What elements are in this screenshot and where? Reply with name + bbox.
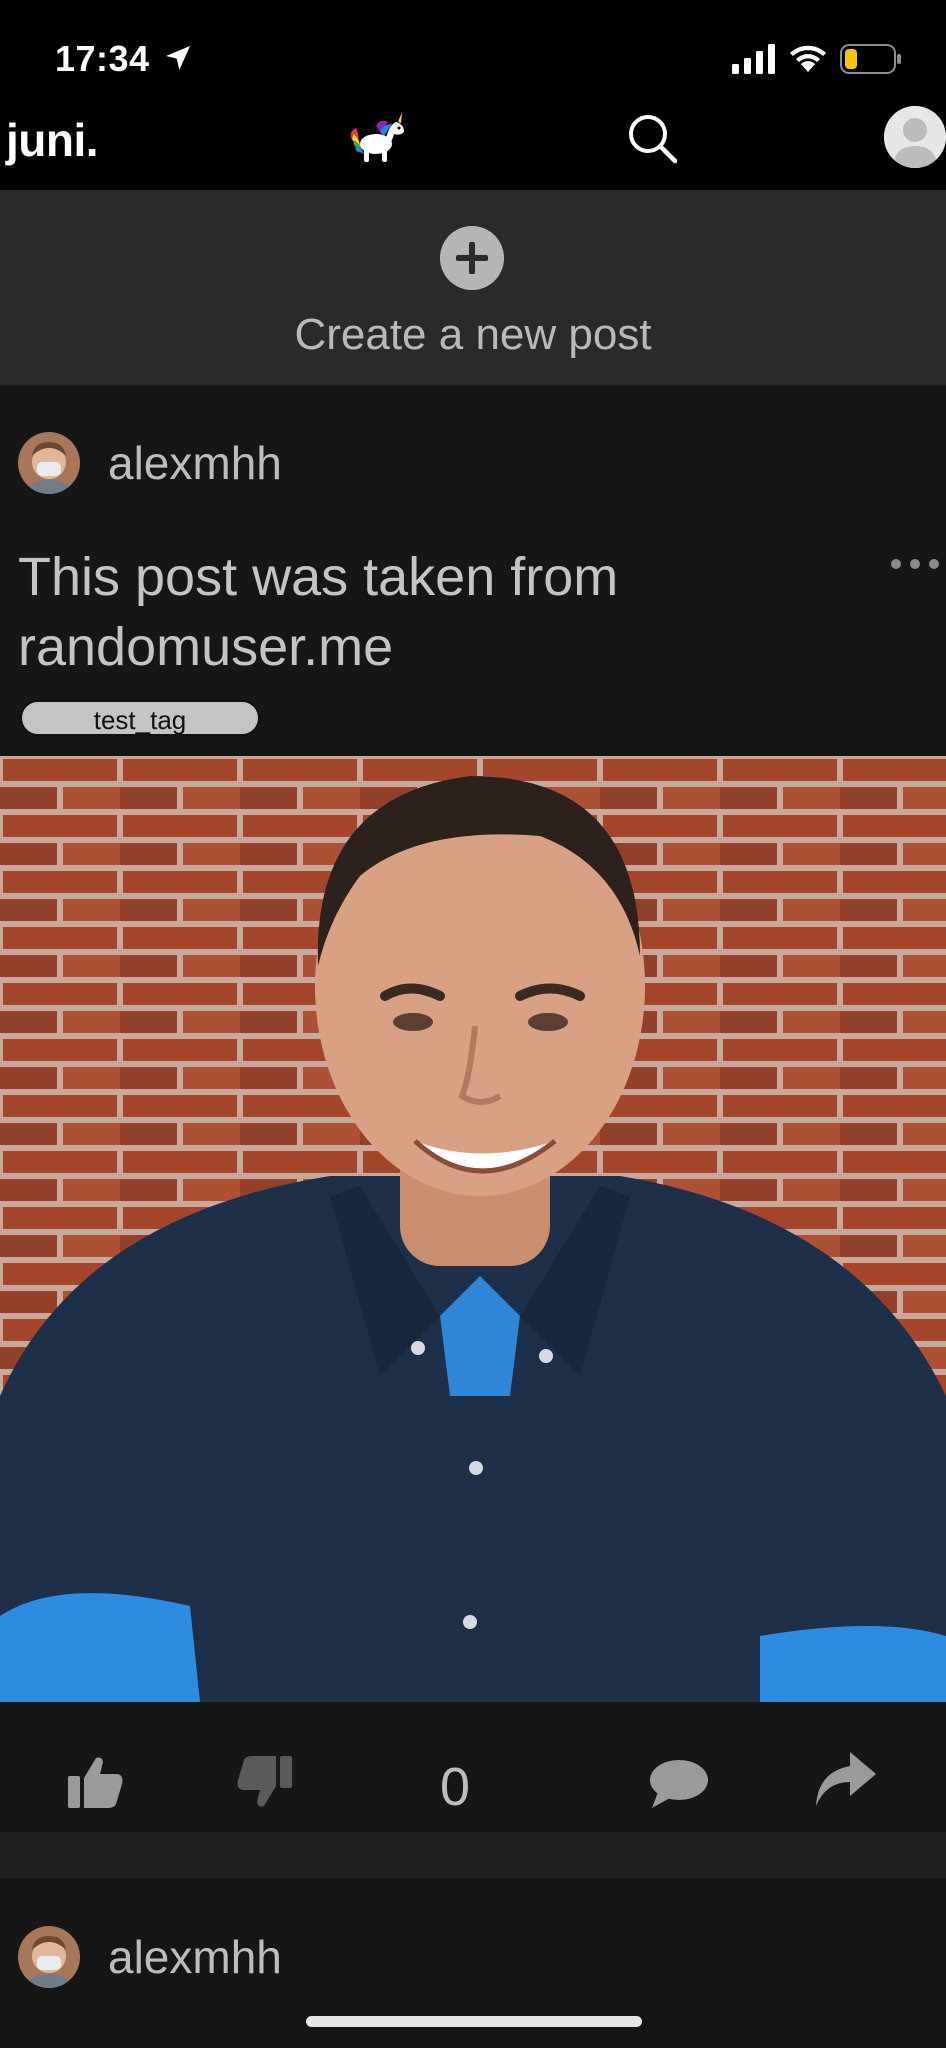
post-photo[interactable] [0, 756, 946, 1702]
comment-icon[interactable] [648, 1756, 710, 1810]
app-brand[interactable]: juni. [6, 110, 99, 170]
search-icon[interactable] [624, 110, 680, 166]
home-indicator[interactable] [306, 2016, 642, 2027]
author-name[interactable]: alexmhh [108, 1930, 282, 1984]
profile-avatar[interactable] [884, 106, 946, 168]
more-options-icon[interactable] [890, 556, 940, 572]
post-text: This post was taken from randomuser.me [18, 547, 619, 677]
wifi-icon [790, 45, 826, 72]
battery-low-icon [840, 44, 901, 74]
post-separator [0, 1832, 946, 1878]
post-tag[interactable]: test_tag [20, 700, 260, 736]
share-icon[interactable] [814, 1750, 878, 1808]
create-post-label[interactable]: Create a new post [0, 310, 946, 360]
author-name[interactable]: alexmhh [108, 436, 282, 490]
top-nav-bar: juni. [0, 106, 946, 190]
status-bar: 17:34 [0, 0, 946, 110]
author-avatar[interactable] [18, 432, 80, 494]
thumbs-down-icon[interactable] [234, 1752, 294, 1812]
post-image [0, 756, 946, 1702]
app-screen: 17:34 juni. Create a new post alexmhh Th… [0, 0, 946, 2048]
author-photo [18, 1926, 80, 1988]
unicorn-logo-icon[interactable] [346, 110, 410, 166]
location-arrow-icon [166, 46, 190, 70]
author-avatar[interactable] [18, 1926, 80, 1988]
vote-score: 0 [439, 1757, 471, 1817]
default-user-icon [884, 106, 946, 168]
thumbs-up-icon[interactable] [66, 1752, 126, 1812]
plus-circle-icon[interactable] [440, 226, 504, 290]
author-photo [18, 432, 80, 494]
status-time: 17:34 [55, 38, 150, 79]
cellular-signal-icon [732, 44, 775, 74]
